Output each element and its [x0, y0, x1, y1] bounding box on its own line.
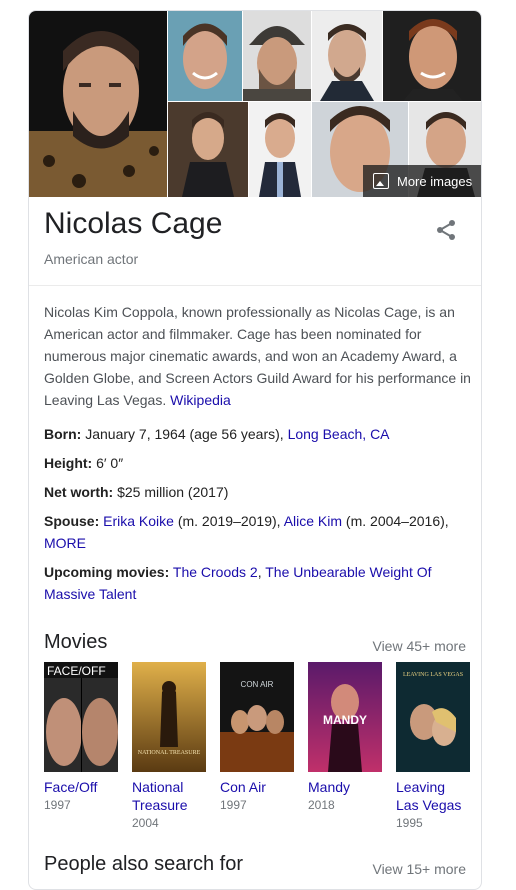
share-icon[interactable]	[431, 215, 461, 245]
fact-label: Net worth:	[44, 484, 114, 500]
knowledge-panel: More images Nicolas Cage American actor …	[28, 10, 482, 890]
movie-title[interactable]: Mandy	[308, 778, 382, 796]
movies-heading: Movies	[44, 631, 108, 653]
entity-subtitle: American actor	[44, 251, 139, 267]
movie-item[interactable]: FACE/OFF Face/Off 1997	[44, 662, 118, 812]
fact-label: Born:	[44, 426, 82, 442]
description-text: Nicolas Kim Coppola, known professionall…	[44, 304, 471, 408]
fact-born: Born: January 7, 1964 (age 56 years), Lo…	[44, 423, 474, 445]
fact-value: (m. 2004–2016),	[342, 513, 449, 529]
spouse-more-link[interactable]: MORE	[44, 535, 86, 551]
poster-title: MANDY	[323, 713, 367, 727]
spouse-link[interactable]: Alice Kim	[284, 513, 342, 529]
poster-title: LEAVING LAS VEGAS	[403, 672, 463, 678]
movie-poster[interactable]: NATIONAL TREASURE	[132, 662, 206, 772]
divider	[29, 285, 481, 286]
movie-title[interactable]: Con Air	[220, 778, 294, 796]
movie-poster[interactable]: MANDY	[308, 662, 382, 772]
poster-title: CON AIR	[241, 680, 274, 689]
photo-thumb[interactable]	[168, 102, 248, 197]
spouse-link[interactable]: Erika Koike	[103, 513, 174, 529]
movie-year: 1995	[396, 816, 423, 830]
entity-title: Nicolas Cage	[44, 207, 223, 240]
fact-value: 6′ 0″	[92, 455, 124, 471]
photo-thumb[interactable]	[243, 11, 311, 101]
fact-label: Spouse:	[44, 513, 100, 529]
image-gallery: More images	[29, 11, 481, 197]
movie-year: 1997	[220, 798, 247, 812]
image-icon	[373, 173, 389, 189]
movie-poster[interactable]: CON AIR	[220, 662, 294, 772]
movie-year: 1997	[44, 798, 71, 812]
fact-label: Upcoming movies:	[44, 564, 170, 580]
movie-year: 2004	[132, 816, 159, 830]
fact-net-worth: Net worth: $25 million (2017)	[44, 481, 474, 503]
fact-height: Height: 6′ 0″	[44, 452, 474, 474]
people-view-more-link[interactable]: View 15+ more	[372, 861, 466, 877]
movie-item[interactable]: MANDY Mandy 2018	[308, 662, 382, 812]
movies-view-more-link[interactable]: View 45+ more	[372, 638, 466, 654]
movie-poster[interactable]: LEAVING LAS VEGAS	[396, 662, 470, 772]
movie-item[interactable]: CON AIR Con Air 1997	[220, 662, 294, 812]
movie-year: 2018	[308, 798, 335, 812]
movie-title[interactable]: Face/Off	[44, 778, 118, 796]
fact-upcoming-movies: Upcoming movies: The Croods 2, The Unbea…	[44, 561, 474, 605]
fact-spouse: Spouse: Erika Koike (m. 2019–2019), Alic…	[44, 510, 474, 554]
movie-item[interactable]: NATIONAL TREASURE National Treasure 2004	[132, 662, 206, 830]
fact-label: Height:	[44, 455, 93, 471]
birthplace-link[interactable]: Long Beach, CA	[288, 426, 390, 442]
description: Nicolas Kim Coppola, known professionall…	[44, 301, 474, 411]
people-also-search-heading: People also search for	[44, 853, 244, 875]
movie-item[interactable]: LEAVING LAS VEGAS Leaving Las Vegas 1995	[396, 662, 470, 830]
fact-value: (m. 2019–2019),	[173, 513, 284, 529]
photo-thumb[interactable]	[249, 102, 311, 197]
fact-value: January 7, 1964 (age 56 years),	[81, 426, 288, 442]
fact-value: $25 million (2017)	[113, 484, 229, 500]
poster-title: FACE/OFF	[47, 664, 106, 678]
movie-title[interactable]: Leaving Las Vegas	[396, 778, 470, 814]
main-photo[interactable]	[29, 11, 167, 197]
photo-thumb[interactable]	[383, 11, 481, 101]
photo-thumb[interactable]	[168, 11, 242, 101]
more-images-button[interactable]: More images	[363, 165, 481, 197]
more-images-label: More images	[397, 173, 473, 189]
upcoming-movie-link[interactable]: The Croods 2	[173, 564, 258, 580]
wikipedia-link[interactable]: Wikipedia	[170, 392, 231, 408]
photo-thumb[interactable]	[312, 11, 382, 101]
movie-title[interactable]: National Treasure	[132, 778, 206, 814]
movie-poster[interactable]: FACE/OFF	[44, 662, 118, 772]
poster-title: NATIONAL TREASURE	[138, 750, 201, 756]
